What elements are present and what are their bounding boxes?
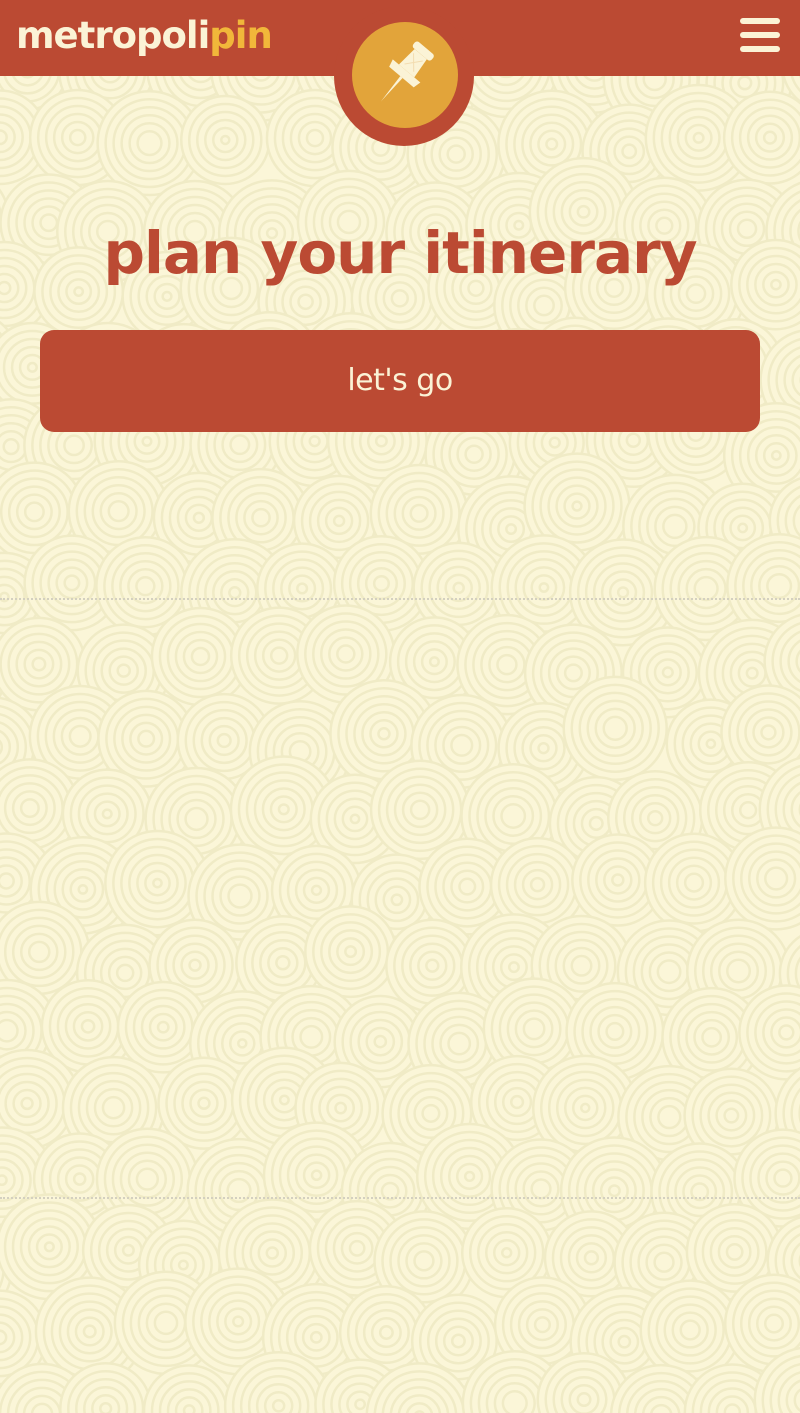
- menu-bar-line: [740, 32, 780, 38]
- menu-bar-line: [740, 18, 780, 24]
- hamburger-menu-icon[interactable]: [740, 18, 780, 52]
- background-pattern: [0, 0, 800, 1413]
- brand-name-accent: pin: [209, 14, 273, 57]
- section-divider: [0, 598, 800, 600]
- pin-badge: [334, 6, 474, 146]
- page-title: plan your itinerary: [103, 218, 697, 287]
- lets-go-button[interactable]: let's go: [40, 330, 760, 432]
- section-divider: [0, 1197, 800, 1199]
- brand-logo[interactable]: metropolipin: [16, 12, 273, 60]
- menu-bar-line: [740, 46, 780, 52]
- pushpin-icon: [380, 41, 434, 102]
- brand-name-primary: metropoli: [16, 14, 210, 57]
